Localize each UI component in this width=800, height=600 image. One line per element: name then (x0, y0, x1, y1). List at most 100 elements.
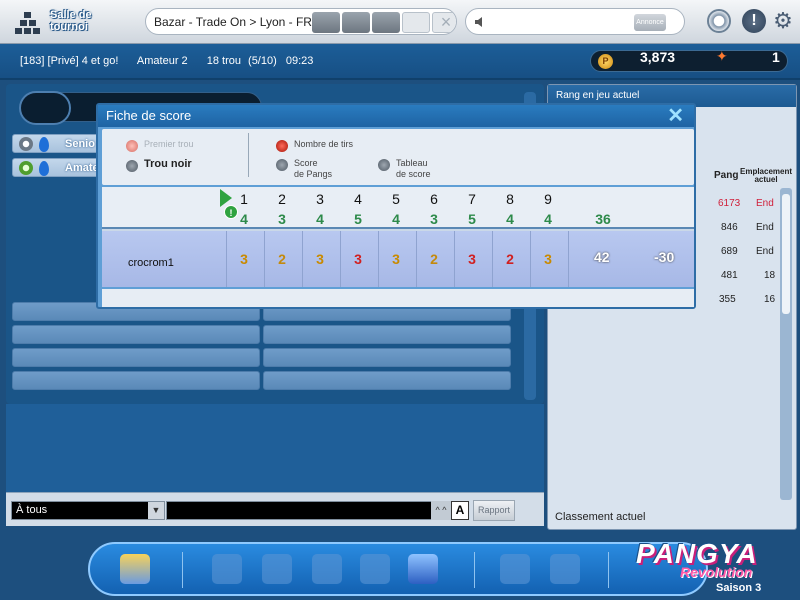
chat-input[interactable] (166, 501, 434, 520)
scorecard-dialog: Fiche de score ✕ Premier trou Trou noir … (96, 103, 696, 309)
stroke-total: 42 (594, 249, 610, 265)
hole-par: 3 (278, 211, 286, 227)
radio-icon (276, 140, 288, 152)
room-status-bar: [183] [Privé] 4 et go! Amateur 2 18 trou… (0, 44, 800, 80)
hole-number: 5 (392, 191, 400, 207)
dock-divider (608, 552, 609, 588)
bag-icon[interactable] (408, 554, 438, 584)
ranking-icon[interactable] (707, 9, 731, 33)
chat-target-select[interactable]: À tous ▼ (11, 501, 165, 520)
wrench-icon[interactable] (262, 554, 292, 584)
rank-place: 16 (764, 294, 776, 305)
rank-pang: 355 (719, 294, 736, 305)
hole-number: 9 (544, 191, 552, 207)
lock-icon (19, 137, 33, 151)
flag-badge: ! (224, 205, 238, 219)
ranking-scrollbar[interactable] (780, 188, 792, 500)
chevron-down-icon[interactable]: ▼ (148, 502, 164, 519)
emote-button[interactable]: ^ ^ (431, 501, 451, 520)
course-progress: (5/10) (248, 55, 277, 67)
hole-par: 5 (354, 211, 362, 227)
rank-place: End (756, 246, 774, 257)
cell-divider (226, 231, 227, 287)
lobby-logo[interactable]: Salle de tournoi (14, 6, 124, 38)
currency-bar: P (590, 50, 788, 72)
list-item[interactable] (263, 325, 511, 344)
report-button[interactable]: Rapport (473, 500, 515, 521)
back-arrow-icon[interactable] (500, 554, 530, 584)
settings-icon[interactable] (360, 554, 390, 584)
list-item[interactable] (12, 348, 260, 367)
hole-par: 5 (468, 211, 476, 227)
volume-bar[interactable]: Annonce (465, 8, 685, 35)
hole-number: 4 (354, 191, 362, 207)
rank-pang: 846 (721, 222, 738, 233)
top-bar: Salle de tournoi Bazar - Trade On > Lyon… (0, 0, 800, 44)
exit-door-icon[interactable] (120, 554, 150, 584)
list-item[interactable] (263, 348, 511, 367)
hole-stroke: 2 (430, 251, 438, 267)
speaker-icon (475, 17, 482, 27)
scroll-thumb[interactable] (782, 194, 790, 314)
scroll-icon[interactable] (212, 554, 242, 584)
cell-divider (264, 231, 265, 287)
brand-season: Saison 3 (716, 582, 762, 594)
current-ranking-label: Classement actuel (555, 511, 646, 523)
list-item[interactable] (12, 371, 260, 390)
list-item[interactable] (263, 371, 511, 390)
bottom-dock (88, 542, 708, 596)
radio-icon (126, 140, 138, 152)
dialog-footer (102, 289, 694, 307)
hole-stroke: 3 (240, 251, 248, 267)
cell-divider (492, 231, 493, 287)
radio-icon (276, 159, 288, 171)
cell-divider (416, 231, 417, 287)
radio-icon (378, 159, 390, 171)
close-icon[interactable]: ✕ (667, 106, 684, 126)
breadcrumb-text: Bazar - Trade On > Lyon - FR (154, 15, 312, 29)
hole-number: 3 (316, 191, 324, 207)
hole-par: 4 (506, 211, 514, 227)
character-slot-3[interactable] (372, 12, 400, 33)
chat-bar: À tous ▼ ^ ^ A Rapport (6, 492, 544, 526)
forward-arrow-icon[interactable] (550, 554, 580, 584)
bracket-icon (15, 12, 40, 34)
up-arrow-icon (19, 161, 33, 175)
brand-subtitle: Revolution (680, 564, 753, 580)
rank-place: End (756, 222, 774, 233)
scorecard-options: Premier trou Trou noir Nombre de tirs Sc… (102, 129, 694, 185)
pang-amount: 3,873 (640, 49, 676, 65)
player-pin-icon (39, 137, 49, 152)
character-slot-1[interactable] (312, 12, 340, 33)
player-name: crocrom1 (128, 257, 174, 269)
round-time: 09:23 (285, 55, 314, 67)
cookie-icon: ✦ (716, 48, 728, 64)
course-name: 18 trou (206, 55, 241, 67)
font-button[interactable]: A (451, 501, 469, 520)
lobby-title: Salle de tournoi (50, 9, 92, 33)
hole-stroke: 2 (278, 251, 286, 267)
gear-icon[interactable]: ⚙ (771, 9, 795, 33)
breadcrumb: Bazar - Trade On > Lyon - FR × (145, 8, 457, 35)
announce-button[interactable]: Annonce (634, 14, 666, 31)
col-pang-header: Pang (714, 170, 739, 181)
hole-stroke: 3 (544, 251, 552, 267)
hole-par: 4 (544, 211, 552, 227)
header-cap (19, 91, 71, 125)
rank-place: 18 (764, 270, 776, 281)
cell-divider (340, 231, 341, 287)
rank-place: End (756, 198, 774, 209)
rank-pang: 481 (721, 270, 738, 281)
hole-par: 4 (316, 211, 324, 227)
room-info: [183] [Privé] 4 et go! Amateur 2 18 trou… (20, 55, 329, 67)
dock-divider (182, 552, 183, 588)
hole-par: 4 (392, 211, 400, 227)
locker-icon[interactable] (312, 554, 342, 584)
rank-pang: 689 (721, 246, 738, 257)
dialog-titlebar: Fiche de score ✕ (98, 105, 694, 127)
character-slot-2[interactable] (342, 12, 370, 33)
pang-coin-icon: P (598, 54, 613, 69)
room-name: [183] [Privé] 4 et go! (20, 55, 119, 67)
help-icon[interactable]: ! (742, 9, 766, 33)
list-item[interactable] (12, 325, 260, 344)
